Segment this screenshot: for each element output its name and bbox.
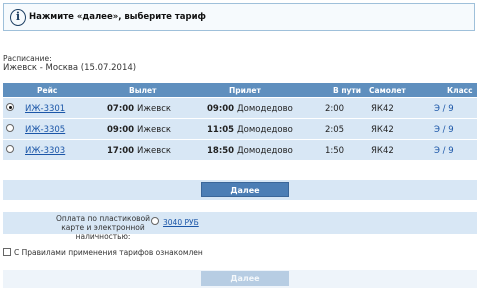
arrival-time: 09:00 (207, 104, 235, 114)
next-button[interactable]: Далее (201, 182, 289, 197)
class-link[interactable]: Э / 9 (434, 104, 454, 114)
payment-price-link[interactable]: 3040 РУБ (163, 218, 199, 227)
flight-radio[interactable] (6, 145, 14, 153)
table-row[interactable]: ИЖ-3301 07:00 Ижевск 09:00 Домодедово 2:… (3, 97, 477, 118)
rules-checkbox[interactable] (3, 248, 11, 256)
duration: 2:05 (325, 125, 345, 135)
duration: 1:50 (325, 146, 345, 156)
col-header-arrival: Прилет (229, 86, 261, 95)
col-header-duration: В пути (333, 86, 362, 95)
table-header: Рейс Вылет Прилет В пути Самолет Класс (3, 83, 477, 97)
arrival-time: 11:05 (207, 125, 235, 135)
aircraft: ЯК42 (371, 125, 394, 135)
departure-city: Ижевск (137, 125, 172, 135)
flight-number-link[interactable]: ИЖ-3303 (25, 146, 65, 156)
next-button-disabled[interactable]: Далее (201, 271, 289, 286)
aircraft: ЯК42 (371, 146, 394, 156)
next-button-row: Далее (3, 180, 477, 200)
col-header-aircraft: Самолет (369, 86, 406, 95)
departure-time: 07:00 (107, 104, 135, 114)
flight-number-link[interactable]: ИЖ-3305 (25, 125, 65, 135)
payment-radio[interactable] (151, 217, 159, 225)
flights-table: Рейс Вылет Прилет В пути Самолет Класс И… (3, 83, 477, 160)
arrival-time: 18:50 (207, 146, 235, 156)
departure-city: Ижевск (137, 146, 172, 156)
arrival-city: Домодедово (237, 104, 293, 114)
info-icon: i (10, 9, 26, 26)
departure-time: 09:00 (107, 125, 135, 135)
col-header-flight: Рейс (37, 86, 58, 95)
instruction-bar: i Нажмите «далее», выберите тариф (3, 3, 475, 31)
flight-radio[interactable] (6, 103, 14, 111)
col-header-class: Класс (447, 86, 473, 95)
aircraft: ЯК42 (371, 104, 394, 114)
class-link[interactable]: Э / 9 (434, 125, 454, 135)
duration: 2:00 (325, 104, 345, 114)
rules-label[interactable]: С Правилами применения тарифов ознакомле… (14, 248, 203, 257)
departure-city: Ижевск (137, 104, 172, 114)
rules-row: С Правилами применения тарифов ознакомле… (3, 247, 477, 259)
arrival-city: Домодедово (237, 125, 293, 135)
payment-label: Оплата по пластиковой карте и электронно… (55, 214, 151, 241)
table-row[interactable]: ИЖ-3303 17:00 Ижевск 18:50 Домодедово 1:… (3, 139, 477, 160)
arrival-city: Домодедово (237, 146, 293, 156)
col-header-departure: Вылет (129, 86, 157, 95)
table-row[interactable]: ИЖ-3305 09:00 Ижевск 11:05 Домодедово 2:… (3, 118, 477, 139)
flight-number-link[interactable]: ИЖ-3301 (25, 104, 65, 114)
next-button-row-disabled: Далее (3, 270, 477, 288)
route-value: Ижевск - Москва (15.07.2014) (3, 63, 137, 73)
class-link[interactable]: Э / 9 (434, 146, 454, 156)
payment-row: Оплата по пластиковой карте и электронно… (3, 212, 477, 241)
departure-time: 17:00 (107, 146, 135, 156)
schedule-label: Расписание: (3, 54, 52, 63)
instruction-text: Нажмите «далее», выберите тариф (29, 12, 206, 22)
flight-radio[interactable] (6, 124, 14, 132)
